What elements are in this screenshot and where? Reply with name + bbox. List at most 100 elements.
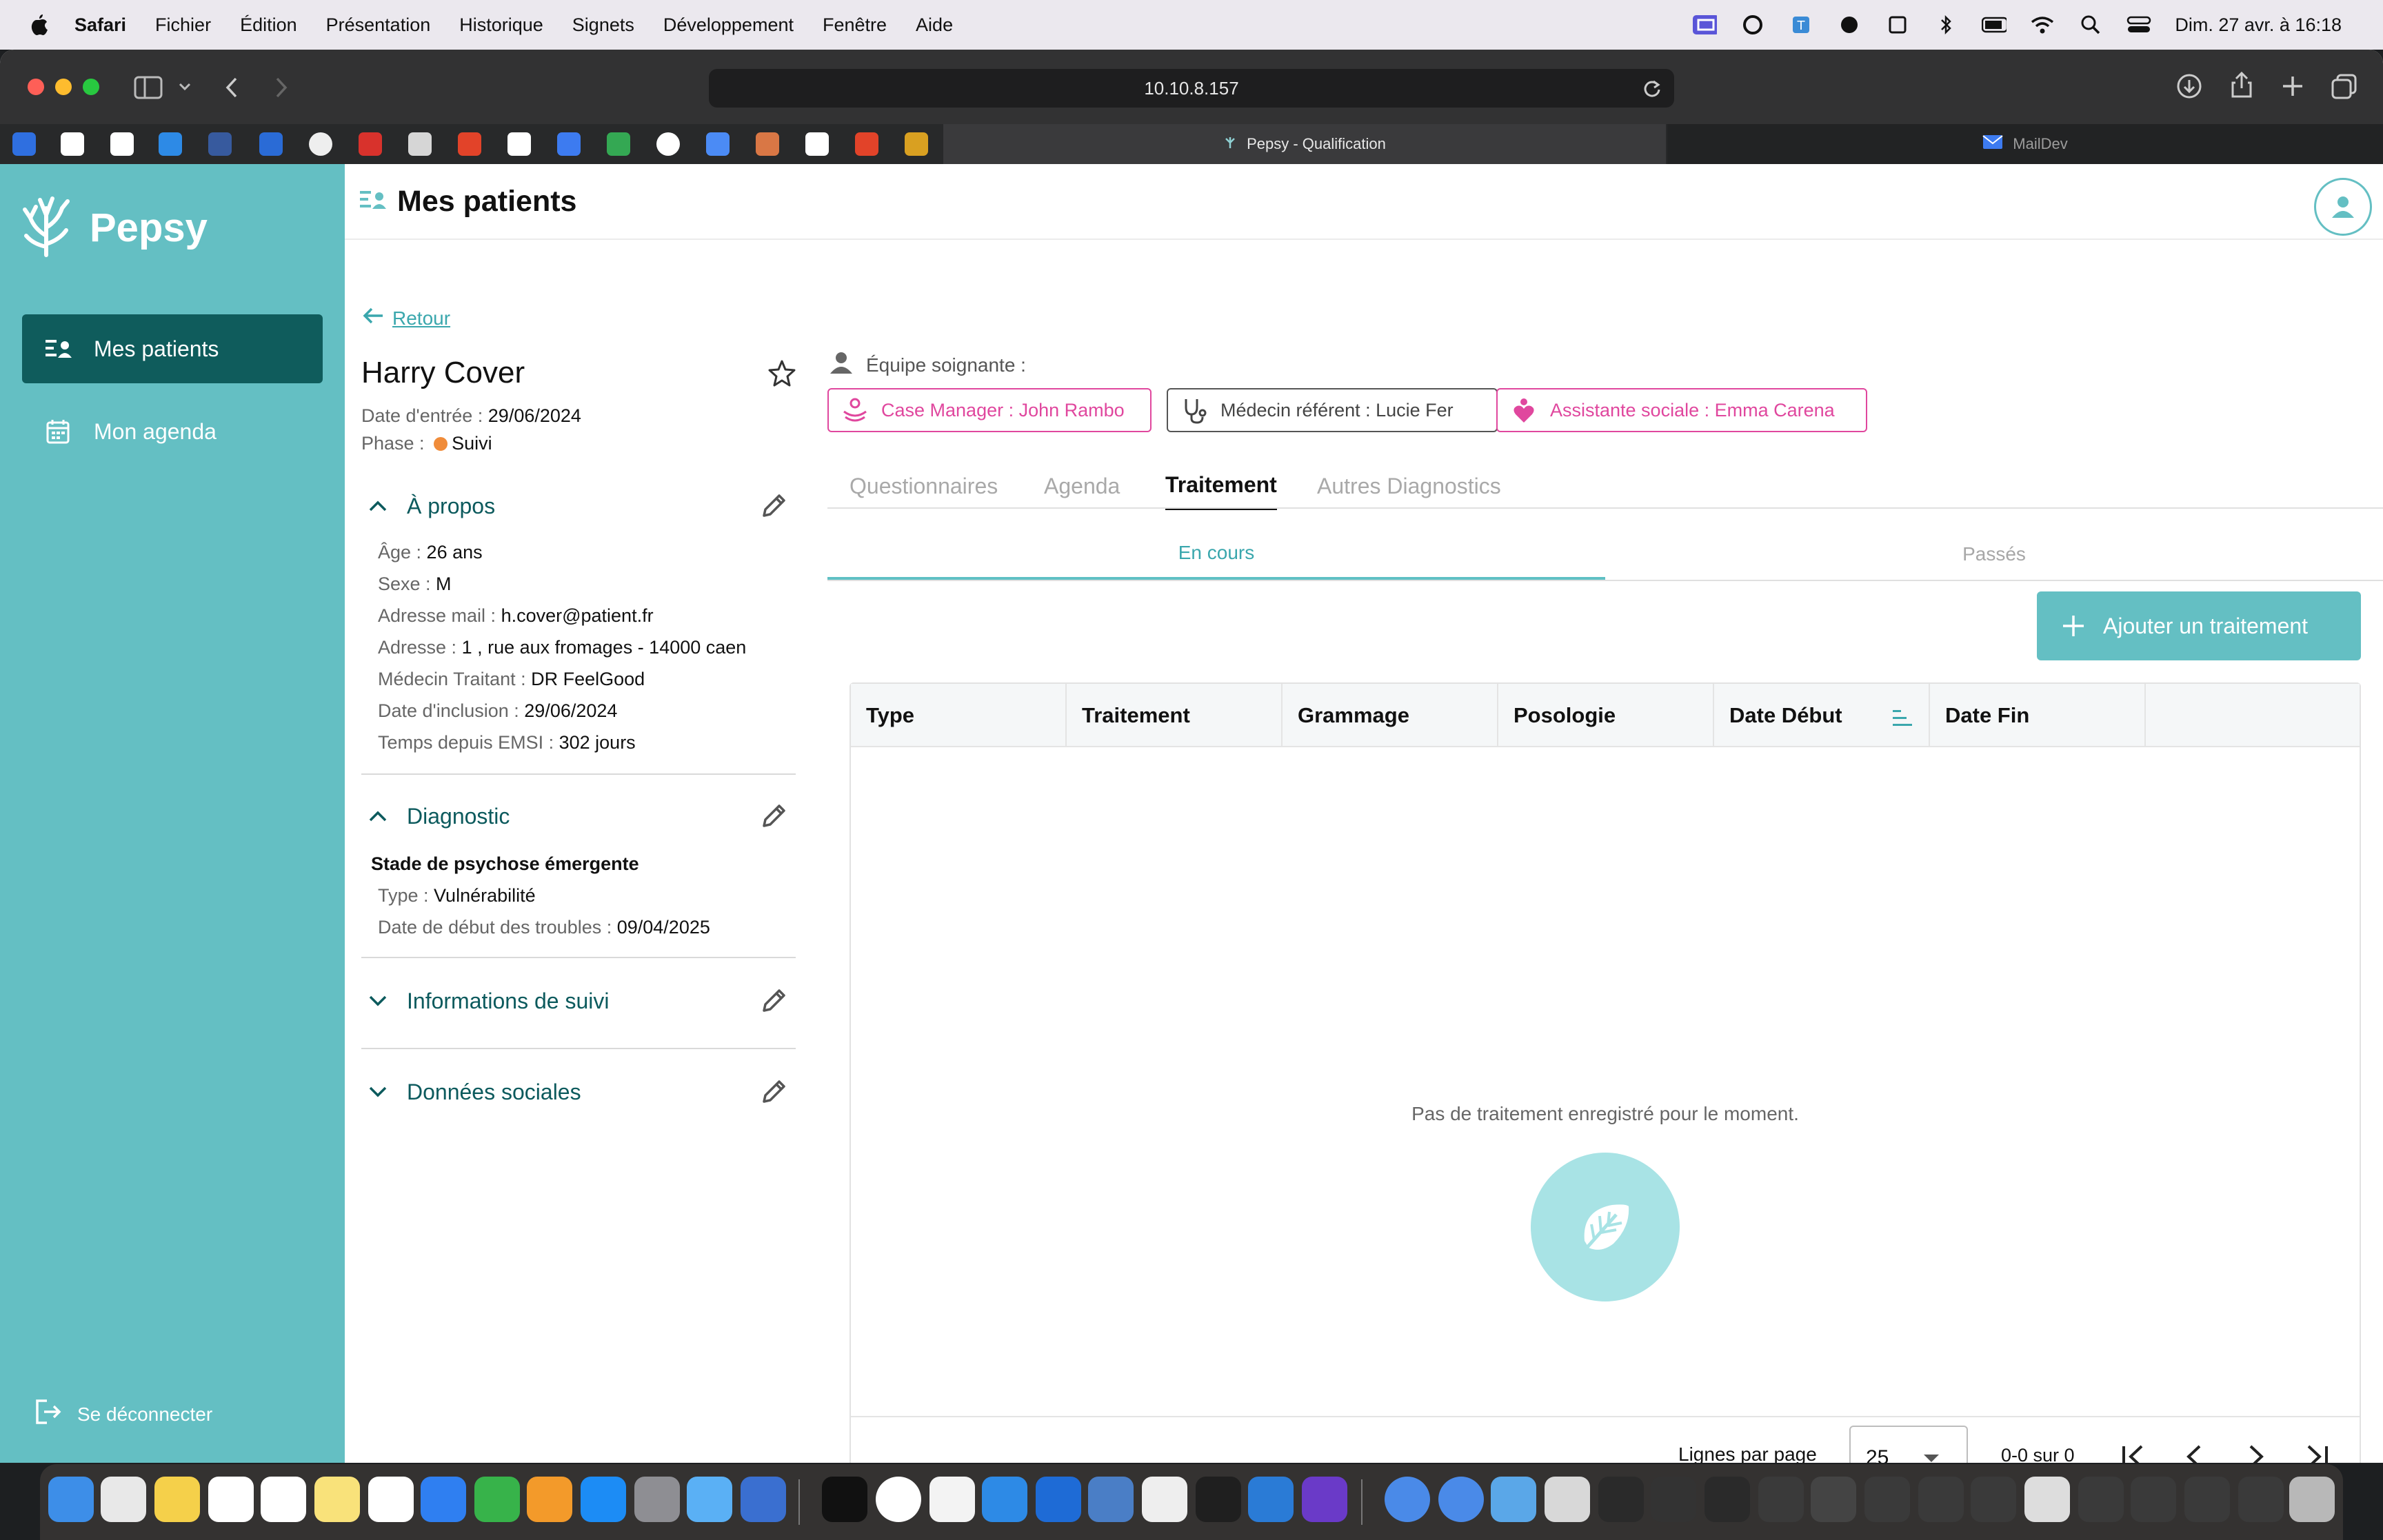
sidebar-item-mon-agenda[interactable]: Mon agenda — [22, 397, 323, 466]
favorite-app-icon[interactable] — [208, 132, 232, 156]
section-a-propos[interactable]: À propos — [361, 485, 796, 527]
favorite-gray-icon[interactable] — [408, 132, 432, 156]
dock-instruments-icon[interactable] — [929, 1477, 975, 1522]
dock-markdown-icon[interactable] — [1088, 1477, 1134, 1522]
downloads-icon[interactable] — [2176, 73, 2202, 103]
dock-keynote-icon[interactable] — [421, 1477, 466, 1522]
tab-questionnaires[interactable]: Questionnaires — [849, 462, 998, 510]
edit-pencil-icon[interactable] — [758, 986, 789, 1016]
section-diagnostic[interactable]: Diagnostic — [361, 796, 796, 837]
tab-autres-diagnostics[interactable]: Autres Diagnostics — [1317, 462, 1501, 510]
dock-pages-icon[interactable] — [527, 1477, 572, 1522]
dock-security-icon[interactable] — [687, 1477, 732, 1522]
tab-pepsy[interactable]: Pepsy - Qualification — [943, 124, 1666, 164]
favorite-gmail-icon[interactable] — [805, 132, 829, 156]
dock-notes-icon[interactable] — [314, 1477, 360, 1522]
menu-edition[interactable]: Édition — [240, 14, 297, 36]
column-date-fin[interactable]: Date Fin — [1930, 684, 2146, 747]
battery-icon[interactable] — [1982, 14, 2007, 35]
vpn-icon[interactable] — [1837, 14, 1862, 35]
edit-pencil-icon[interactable] — [758, 491, 789, 521]
star-icon[interactable] — [767, 358, 797, 389]
dock-chrome-icon[interactable] — [876, 1477, 921, 1522]
menu-historique[interactable]: Historique — [459, 14, 543, 36]
subtab-passes[interactable]: Passés — [1605, 528, 2383, 580]
favorite-docker-icon[interactable] — [159, 132, 182, 156]
pepsy-logo[interactable]: Pepsy — [21, 194, 208, 261]
dock-settings-icon[interactable] — [634, 1477, 680, 1522]
logout-button[interactable]: Se déconnecter — [34, 1398, 212, 1430]
column-grammage[interactable]: Grammage — [1283, 684, 1498, 747]
grammarly-icon[interactable] — [1740, 14, 1765, 35]
dock-window-5-icon[interactable] — [1758, 1477, 1804, 1522]
maximize-window-button[interactable] — [83, 79, 99, 95]
add-treatment-button[interactable]: Ajouter un traitement — [2037, 591, 2361, 660]
menu-developpement[interactable]: Développement — [663, 14, 794, 36]
favorite-jira-icon[interactable] — [12, 132, 36, 156]
favorite-github-2-icon[interactable] — [110, 132, 134, 156]
dock-sequel-icon[interactable] — [1142, 1477, 1187, 1522]
dock-reminders-icon[interactable] — [261, 1477, 306, 1522]
subtab-en-cours[interactable]: En cours — [827, 528, 1605, 580]
chip-assistante-sociale[interactable]: Assistante sociale : Emma Carena — [1496, 388, 1867, 432]
dock-git-icon[interactable] — [1302, 1477, 1347, 1522]
dock-window-icon[interactable] — [1545, 1477, 1590, 1522]
dock-window-3-icon[interactable] — [1651, 1477, 1696, 1522]
control-center-icon[interactable] — [2126, 14, 2151, 35]
minimize-window-button[interactable] — [55, 79, 72, 95]
dock-maps-icon[interactable] — [1036, 1477, 1081, 1522]
dock-window-9-icon[interactable] — [1971, 1477, 2016, 1522]
dock-numbers-icon[interactable] — [474, 1477, 520, 1522]
back-arrow-icon[interactable] — [223, 76, 240, 103]
notion-icon[interactable] — [1885, 14, 1910, 35]
dock-calendar-icon[interactable] — [208, 1477, 254, 1522]
dock-app-store-icon[interactable] — [581, 1477, 626, 1522]
dock-vscode-icon[interactable] — [1248, 1477, 1294, 1522]
section-donnees-sociales[interactable]: Données sociales — [361, 1071, 796, 1113]
dock-finder-icon[interactable] — [48, 1477, 94, 1522]
dock-launchpad-icon[interactable] — [101, 1477, 146, 1522]
dock-network-2-icon[interactable] — [1438, 1477, 1484, 1522]
column-traitement[interactable]: Traitement — [1067, 684, 1283, 747]
url-bar[interactable]: 10.10.8.157 — [709, 69, 1674, 108]
favorite-bitwarden-icon[interactable] — [259, 132, 283, 156]
menu-fenetre[interactable]: Fenêtre — [823, 14, 887, 36]
chip-case-manager[interactable]: Case Manager : John Rambo — [827, 388, 1152, 432]
dock-window-6-icon[interactable] — [1811, 1477, 1856, 1522]
reload-icon[interactable] — [1642, 79, 1662, 103]
favorite-gemini-icon[interactable] — [706, 132, 730, 156]
favorite-github-icon[interactable] — [61, 132, 84, 156]
chip-medecin-referent[interactable]: Médecin référent : Lucie Fer — [1167, 388, 1498, 432]
tab-overview-icon[interactable] — [2331, 73, 2358, 104]
dock-trash-icon[interactable] — [2289, 1477, 2335, 1522]
rows-per-page-select[interactable]: 25 — [1849, 1426, 1968, 1463]
menubar-clock[interactable]: Dim. 27 avr. à 16:18 — [2175, 14, 2342, 36]
tab-agenda[interactable]: Agenda — [1044, 462, 1120, 510]
dock-network-icon[interactable] — [1385, 1477, 1430, 1522]
dock-folder-icon[interactable] — [1491, 1477, 1536, 1522]
dock-window-12-icon[interactable] — [2131, 1477, 2176, 1522]
menu-fichier[interactable]: Fichier — [155, 14, 211, 36]
column-type[interactable]: Type — [851, 684, 1067, 747]
dock-photos-icon[interactable] — [154, 1477, 200, 1522]
user-avatar-button[interactable] — [2314, 178, 2372, 236]
menu-presentation[interactable]: Présentation — [326, 14, 431, 36]
forward-arrow-icon[interactable] — [273, 76, 290, 103]
favorite-n-icon[interactable] — [458, 132, 481, 156]
dock-window-2-icon[interactable] — [1598, 1477, 1644, 1522]
dock-window-13-icon[interactable] — [2184, 1477, 2230, 1522]
tooth-icon[interactable]: T — [1789, 14, 1813, 35]
dock-window-11-icon[interactable] — [2078, 1477, 2124, 1522]
favorite-red-icon[interactable] — [359, 132, 382, 156]
share-icon[interactable] — [2230, 70, 2253, 103]
dock-safari-icon[interactable] — [982, 1477, 1027, 1522]
dock-window-7-icon[interactable] — [1864, 1477, 1910, 1522]
last-page-icon[interactable] — [2299, 1439, 2333, 1463]
dock-window-8-icon[interactable] — [1918, 1477, 1964, 1522]
next-page-icon[interactable] — [2238, 1439, 2273, 1463]
menu-app-name[interactable]: Safari — [74, 14, 126, 36]
favorite-meet-icon[interactable] — [607, 132, 630, 156]
column-date-debut[interactable]: Date Début — [1714, 684, 1930, 747]
dock-terminal-icon[interactable] — [822, 1477, 867, 1522]
previous-page-icon[interactable] — [2178, 1439, 2212, 1463]
